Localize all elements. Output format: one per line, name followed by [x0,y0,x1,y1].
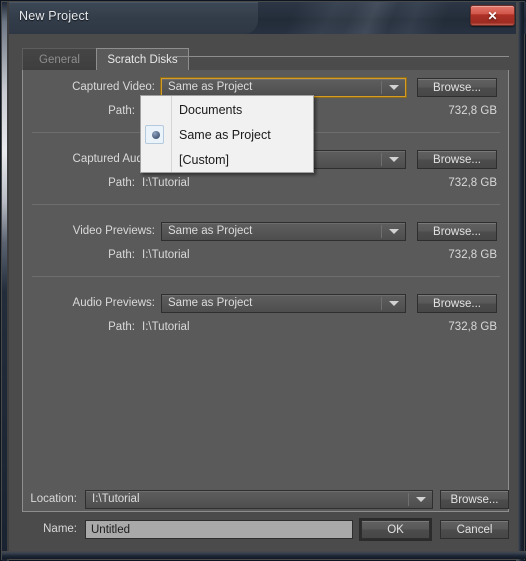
menu-item-documents[interactable]: Documents [141,97,313,122]
browse-button-captured-video[interactable]: Browse... [417,78,497,97]
label-video-previews: Video Previews: [72,225,155,237]
window-edge-right [516,2,524,561]
chevron-down-icon [389,157,399,162]
combo-video-previews-value: Same as Project [168,225,253,237]
dropdown-menu-captured-video: Documents Same as Project [Custom] [140,95,314,173]
menu-item-label: Documents [179,102,243,117]
menu-item-label: Same as Project [179,127,271,142]
combo-audio-previews-value: Same as Project [168,297,253,309]
close-button[interactable]: ✕ [470,5,515,26]
tab-scratch-disks[interactable]: Scratch Disks [96,48,189,71]
browse-button-captured-audio[interactable]: Browse... [417,150,497,169]
ok-button[interactable]: OK [361,520,430,539]
combo-location[interactable]: I:\Tutorial [85,490,433,509]
tab-general[interactable]: General [22,48,97,71]
label-captured-audio: Captured Audio: [72,153,155,165]
value-size-captured-audio: 732,8 GB [448,177,497,189]
value-path-video-previews: I:\Tutorial [142,249,190,261]
name-input[interactable]: Untitled [85,520,353,539]
menu-item-label: [Custom] [179,152,230,167]
combo-divider [381,297,382,310]
tab-underline [175,56,509,57]
chevron-down-icon [416,497,426,502]
window-title: New Project [19,9,89,23]
label-audio-previews: Audio Previews: [72,297,155,309]
browse-button-audio-previews[interactable]: Browse... [417,294,497,313]
new-project-dialog: New Project ✕ General Scratch Disks Capt… [0,0,526,561]
value-size-audio-previews: 732,8 GB [448,321,497,333]
menu-item-same-as-project[interactable]: Same as Project [141,122,313,147]
label-path-video-previews: Path: [108,249,135,261]
label-captured-video: Captured Video: [72,81,155,93]
chevron-down-icon [389,85,399,90]
combo-audio-previews[interactable]: Same as Project [161,294,406,313]
label-path-captured-audio: Path: [108,177,135,189]
label-location: Location: [30,493,77,505]
close-icon: ✕ [487,8,498,23]
value-path-captured-audio: I:\Tutorial [142,177,190,189]
combo-divider [381,81,382,94]
value-path-audio-previews: I:\Tutorial [142,321,190,333]
title-bar: New Project ✕ [2,2,526,34]
radio-dot-icon [152,131,160,139]
separator-3 [32,276,500,277]
label-path-audio-previews: Path: [108,321,135,333]
combo-location-value: I:\Tutorial [92,493,140,505]
value-size-captured-video: 732,8 GB [448,105,497,117]
radio-selected-icon [145,125,164,144]
combo-divider [408,493,409,506]
tab-strip: General Scratch Disks [22,48,509,71]
separator-2 [32,204,500,205]
browse-button-video-previews[interactable]: Browse... [417,222,497,241]
chevron-down-icon [389,229,399,234]
chevron-down-icon [389,301,399,306]
combo-video-previews[interactable]: Same as Project [161,222,406,241]
combo-divider [381,153,382,166]
cancel-button[interactable]: Cancel [440,520,509,539]
combo-divider [381,225,382,238]
window-edge-left-inner [7,2,9,561]
browse-button-location[interactable]: Browse... [440,490,509,509]
menu-item-custom[interactable]: [Custom] [141,147,313,172]
window-edge-bottom [2,551,526,559]
label-name: Name: [43,523,77,535]
value-size-video-previews: 732,8 GB [448,249,497,261]
label-path-captured-video: Path: [108,105,135,117]
combo-captured-video-value: Same as Project [168,81,253,93]
